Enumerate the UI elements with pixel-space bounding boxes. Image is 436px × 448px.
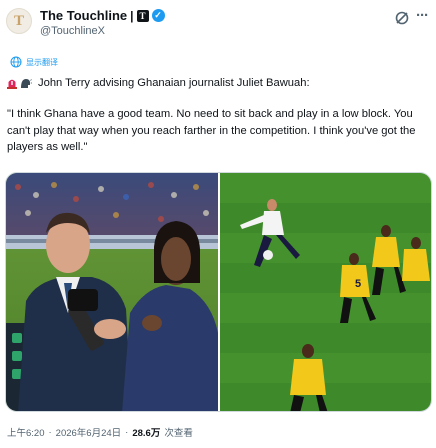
globe-translate-icon <box>10 56 22 68</box>
name-row: The Touchline | T ✓ <box>40 8 165 23</box>
siren-emoji-icon <box>7 79 17 89</box>
verified-icon: ✓ <box>151 9 165 22</box>
affiliation-badge[interactable]: T <box>136 9 149 22</box>
views-label: 次查看 <box>164 428 193 439</box>
display-name[interactable]: The Touchline <box>40 8 127 23</box>
avatar-letter: T <box>13 12 24 29</box>
avatar[interactable]: T <box>6 8 32 34</box>
grok-icon[interactable] <box>394 10 410 26</box>
separator-dot: · <box>48 426 52 438</box>
tweet-header: T The Touchline | T ✓ @TouchlineX ··· <box>0 0 436 52</box>
tweet-footer: 上午6:20 · 2026年6月24日 · 28.6万 次查看 <box>7 425 193 440</box>
tweet-quote-text: "I think Ghana have a good team. No need… <box>7 108 416 153</box>
match-photo[interactable]: 5 <box>220 173 432 412</box>
tweet-intro-line: John Terry advising Ghanaian journalist … <box>6 77 432 89</box>
speaking-head-emoji-icon <box>21 79 32 88</box>
post-time[interactable]: 上午6:20 <box>7 425 45 439</box>
media-grid[interactable]: 5 <box>5 172 432 412</box>
translate-row[interactable]: 显示翻译 <box>10 56 58 68</box>
handle[interactable]: @TouchlineX <box>40 25 105 37</box>
more-options-icon[interactable]: ··· <box>414 8 430 26</box>
jersey-number: 5 <box>355 278 361 290</box>
separator-dot: · <box>125 426 129 438</box>
post-date[interactable]: 2026年6月24日 <box>56 425 121 439</box>
tweet-intro-text: John Terry advising Ghanaian journalist … <box>38 77 310 89</box>
interview-photo[interactable] <box>6 173 218 412</box>
view-count[interactable]: 28.6万 <box>132 425 160 439</box>
affiliation-separator: | <box>130 8 134 23</box>
translate-link[interactable]: 显示翻译 <box>26 57 58 68</box>
